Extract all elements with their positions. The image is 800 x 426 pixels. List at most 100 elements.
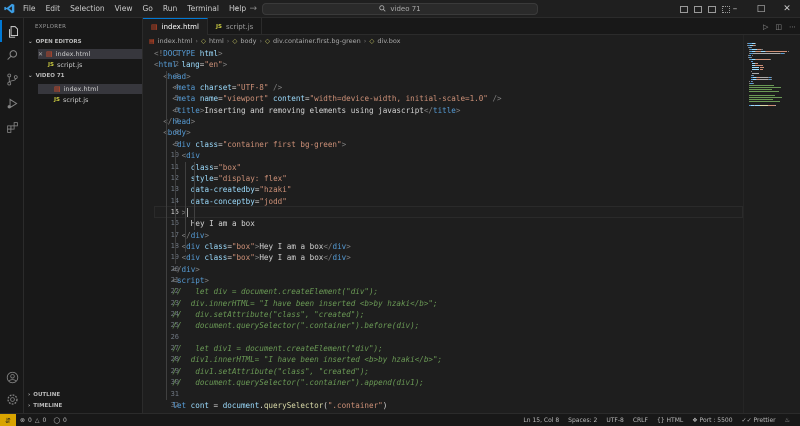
prettier-label: Prettier: [753, 417, 776, 424]
code-line[interactable]: // document.querySelector(".container").…: [172, 320, 419, 331]
minimap-line: [749, 85, 775, 86]
minimap-line: [770, 79, 772, 80]
title-bar: File Edit Selection View Go Run Terminal…: [0, 0, 800, 18]
end-of-line[interactable]: CRLF: [633, 417, 648, 424]
file-script-js[interactable]: JS script.js: [38, 95, 142, 105]
toggle-panel-icon[interactable]: [694, 5, 702, 13]
file-label: index.html: [63, 85, 99, 93]
code-line[interactable]: <div class="box">Hey I am a box</div>: [182, 252, 351, 263]
folder-header[interactable]: ⌄ VIDEO 71: [28, 73, 64, 79]
tab-index-html[interactable]: ▤ index.html: [143, 18, 208, 35]
search-icon[interactable]: [0, 44, 24, 66]
code-line[interactable]: data-conceptby="jodd": [191, 196, 287, 207]
menu-view[interactable]: View: [110, 0, 138, 18]
menu-run[interactable]: Run: [158, 0, 182, 18]
file-index-html[interactable]: ▤ index.html: [38, 84, 142, 94]
code-line[interactable]: <body>: [163, 127, 190, 138]
chevron-right-icon: ›: [195, 37, 198, 45]
minimap-line: [753, 75, 754, 76]
code-editor[interactable]: 1 2 3 4 5 6 7 8 9 10 11 12 13 14 15 16 17 18 19 20 21 22 23 24 2…: [143, 47, 743, 413]
menu-file[interactable]: File: [18, 0, 41, 18]
tab-label: script.js: [225, 22, 254, 31]
menu-go[interactable]: Go: [137, 0, 157, 18]
code-line[interactable]: <meta name="viewport" content="width=dev…: [172, 93, 501, 104]
code-line[interactable]: // let div = document.createElement("div…: [172, 286, 378, 297]
code-line[interactable]: let cont = document.querySelector(".cont…: [172, 400, 387, 411]
open-editor-script-js[interactable]: JS script.js: [38, 60, 142, 70]
warning-count[interactable]: 0: [42, 417, 46, 424]
encoding[interactable]: UTF-8: [606, 417, 624, 424]
remote-indicator-icon[interactable]: ⇵: [0, 414, 16, 426]
outline-header[interactable]: › OUTLINE: [28, 392, 60, 398]
breadcrumb-item[interactable]: html: [209, 37, 224, 45]
html-file-icon: ▤: [149, 37, 155, 45]
code-line[interactable]: style="display: flex": [191, 173, 287, 184]
indentation[interactable]: Spaces: 2: [568, 417, 597, 424]
code-line[interactable]: </head>: [163, 116, 195, 127]
minimap[interactable]: [743, 35, 800, 413]
prettier-status[interactable]: ✓✓ Prettier: [742, 417, 776, 424]
html-file-icon: ▤: [151, 23, 158, 31]
minimap-line: [787, 51, 790, 52]
menu-selection[interactable]: Selection: [65, 0, 110, 18]
extensions-icon[interactable]: [0, 116, 24, 138]
language-mode[interactable]: {} HTML: [657, 417, 683, 424]
line-number: 19: [170, 253, 179, 262]
back-arrow-icon[interactable]: ←: [232, 4, 240, 14]
cursor-position[interactable]: Ln 15, Col 8: [523, 417, 559, 424]
tab-script-js[interactable]: JS script.js: [208, 18, 263, 35]
breadcrumb-item[interactable]: div.box: [377, 37, 400, 45]
close-icon[interactable]: ✕: [38, 51, 43, 58]
code-line[interactable]: Hey I am a box: [191, 218, 255, 229]
toggle-secondary-sidebar-icon[interactable]: [708, 5, 716, 13]
code-line[interactable]: // div.setAttribute("class", "created");: [172, 309, 364, 320]
code-line[interactable]: <div class="container first bg-green">: [172, 139, 346, 150]
code-line[interactable]: class="box": [191, 162, 241, 173]
toggle-primary-sidebar-icon[interactable]: [680, 5, 688, 13]
code-line[interactable]: data-createdby="hzaki": [191, 184, 292, 195]
source-control-icon[interactable]: [0, 68, 24, 90]
code-line[interactable]: <meta charset="UTF-8" />: [172, 82, 282, 93]
code-line[interactable]: <!DOCTYPE html>: [154, 48, 223, 59]
minimap-line: [751, 55, 753, 56]
breadcrumb-item[interactable]: div.container.first.bg-green: [273, 37, 361, 45]
forward-arrow-icon[interactable]: →: [250, 4, 258, 14]
chevron-right-icon: ›: [28, 403, 31, 409]
settings-gear-icon[interactable]: [0, 388, 24, 410]
error-count[interactable]: 0: [28, 417, 32, 424]
code-line[interactable]: <head>: [163, 71, 190, 82]
code-line[interactable]: <title>Inserting and removing elements u…: [172, 105, 460, 116]
notifications-bell-icon[interactable]: ♨: [785, 417, 790, 424]
code-line[interactable]: // let div1 = document.createElement("di…: [172, 343, 382, 354]
breadcrumb-item[interactable]: body: [240, 37, 256, 45]
code-line[interactable]: // document.querySelector(".container").…: [172, 377, 423, 388]
live-server-port[interactable]: ❖ Port : 5500: [692, 417, 732, 424]
split-editor-icon[interactable]: ◫: [775, 23, 782, 31]
timeline-header[interactable]: › TIMELINE: [28, 403, 62, 409]
code-line[interactable]: // div1.setAttribute("class", "created")…: [172, 366, 369, 377]
code-line[interactable]: <div class="box">Hey I am a box</div>: [182, 241, 351, 252]
more-actions-icon[interactable]: ⋯: [789, 23, 796, 31]
code-line[interactable]: // div1.innerHTML= "I have been inserted…: [172, 354, 442, 365]
code-line[interactable]: <div: [182, 150, 200, 161]
maximize-icon[interactable]: □: [748, 0, 774, 18]
run-debug-icon[interactable]: [0, 92, 24, 114]
close-icon[interactable]: ✕: [774, 0, 800, 18]
menu-edit[interactable]: Edit: [41, 0, 66, 18]
breadcrumb-item[interactable]: index.html: [158, 37, 193, 45]
open-editors-header[interactable]: ⌄ OPEN EDITORS: [28, 39, 82, 45]
line-number: 13: [170, 185, 179, 194]
code-line[interactable]: </div>: [172, 264, 199, 275]
code-line[interactable]: <html lang="en">: [154, 59, 227, 70]
ports-count[interactable]: 0: [63, 417, 67, 424]
command-center[interactable]: video 71: [262, 3, 538, 15]
code-line[interactable]: <script>: [172, 275, 209, 286]
account-icon[interactable]: [0, 366, 24, 388]
code-line[interactable]: </div>: [182, 230, 209, 241]
explorer-files-icon[interactable]: [0, 20, 24, 42]
menu-terminal[interactable]: Terminal: [182, 0, 224, 18]
minimize-icon[interactable]: –: [722, 0, 748, 18]
run-icon[interactable]: ▷: [763, 23, 768, 31]
code-line[interactable]: // div.innerHTML= "I have been inserted …: [172, 298, 437, 309]
open-editor-index-html[interactable]: ✕ ▤ index.html: [38, 49, 142, 59]
